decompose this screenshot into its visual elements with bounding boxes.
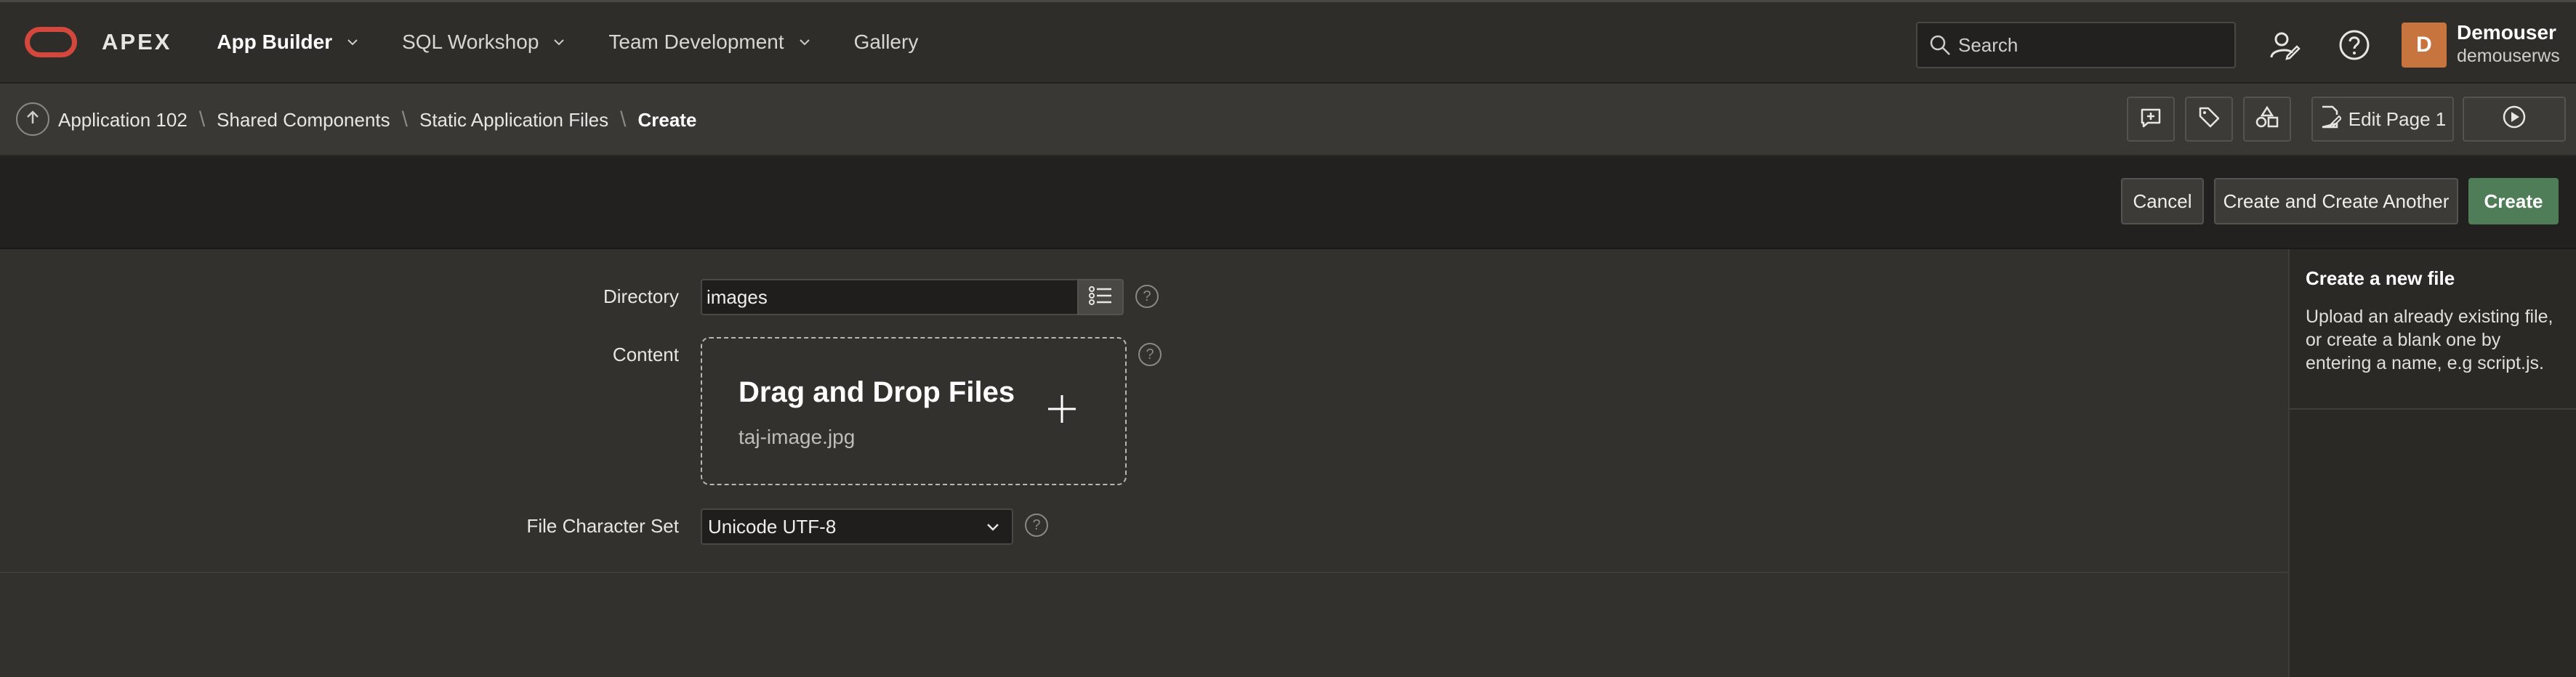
shapes-icon — [2254, 104, 2280, 135]
breadcrumb-separator: \ — [198, 108, 206, 131]
chevron-down-icon — [553, 36, 565, 48]
cancel-button[interactable]: Cancel — [2121, 178, 2204, 224]
oracle-logo — [25, 27, 77, 57]
edit-page-icon — [2319, 105, 2343, 134]
play-icon — [2501, 104, 2527, 135]
list-icon — [1088, 285, 1113, 309]
user-workspace: demouserws — [2457, 46, 2560, 66]
up-arrow-icon — [24, 109, 41, 130]
up-level-button[interactable] — [16, 102, 49, 136]
directory-list-button[interactable] — [1077, 279, 1124, 315]
breadcrumb-separator: \ — [401, 108, 408, 131]
apex-brand-text: APEX — [102, 29, 172, 54]
edit-page-label: Edit Page 1 — [2348, 108, 2447, 130]
help-icon[interactable] — [2338, 28, 2371, 62]
breadcrumb: Application 102 \ Shared Components \ St… — [58, 108, 696, 132]
nav-item-label: SQL Workshop — [402, 31, 539, 53]
search-box[interactable] — [1916, 22, 2236, 68]
create-another-button[interactable]: Create and Create Another — [2214, 178, 2458, 224]
form-divider — [0, 572, 2288, 573]
nav-team-development[interactable]: Team Development — [608, 2, 810, 82]
dropzone-title: Drag and Drop Files — [738, 376, 1015, 408]
charset-select[interactable]: Unicode UTF-8 — [701, 508, 1013, 545]
plus-icon — [1045, 392, 1079, 426]
dropzone-file-name: taj-image.jpg — [738, 426, 856, 448]
nav-item-label: Team Development — [608, 31, 784, 53]
breadcrumb-shared-components[interactable]: Shared Components — [217, 109, 390, 131]
charset-label: File Character Set — [526, 515, 679, 537]
directory-input[interactable] — [701, 279, 1077, 315]
charset-help-icon[interactable]: ? — [1025, 514, 1048, 537]
create-button[interactable]: Create — [2468, 178, 2559, 224]
nav-app-builder[interactable]: App Builder — [217, 2, 358, 82]
chevron-down-icon — [986, 522, 999, 533]
apex-home-link[interactable]: APEX — [25, 27, 172, 57]
help-panel-title: Create a new file — [2306, 267, 2455, 289]
breadcrumb-current: Create — [637, 108, 697, 131]
nav-sql-workshop[interactable]: SQL Workshop — [402, 2, 565, 82]
nav-item-label: Gallery — [853, 31, 919, 53]
nav-gallery[interactable]: Gallery — [854, 2, 919, 82]
breadcrumb-static-files[interactable]: Static Application Files — [419, 109, 608, 131]
directory-label: Directory — [603, 285, 679, 307]
chevron-down-icon — [347, 36, 358, 48]
help-panel-divider — [2290, 408, 2576, 410]
breadcrumb-application[interactable]: Application 102 — [58, 109, 188, 131]
search-input[interactable] — [1958, 33, 2234, 57]
file-dropzone[interactable]: Drag and Drop Files taj-image.jpg — [701, 337, 1127, 485]
edit-page-button[interactable]: Edit Page 1 — [2311, 97, 2454, 142]
top-navigation-bar: APEX App Builder SQL Workshop Team Devel… — [0, 0, 2576, 84]
tag-button[interactable] — [2185, 97, 2233, 142]
tag-icon — [2196, 104, 2222, 135]
content-help-icon[interactable]: ? — [1138, 343, 1162, 366]
content-label: Content — [612, 344, 679, 365]
avatar[interactable]: D — [2402, 23, 2447, 68]
nav-item-label: App Builder — [217, 31, 333, 53]
main-nav: App Builder SQL Workshop Team Developmen… — [217, 2, 962, 82]
shared-components-button[interactable] — [2243, 97, 2291, 142]
user-name[interactable]: Demouser — [2457, 21, 2556, 44]
add-comment-button[interactable] — [2127, 97, 2175, 142]
user-settings-icon[interactable] — [2268, 28, 2301, 62]
charset-selected-value: Unicode UTF-8 — [708, 515, 837, 538]
form-region — [0, 249, 2288, 677]
add-comment-icon — [2138, 104, 2164, 135]
help-panel-text: Upload an already existing file, or crea… — [2306, 307, 2553, 373]
breadcrumb-separator: \ — [620, 108, 627, 131]
search-icon — [1928, 33, 1952, 57]
directory-help-icon[interactable]: ? — [1135, 285, 1159, 308]
chevron-down-icon — [799, 36, 810, 48]
run-page-button[interactable] — [2463, 97, 2566, 142]
